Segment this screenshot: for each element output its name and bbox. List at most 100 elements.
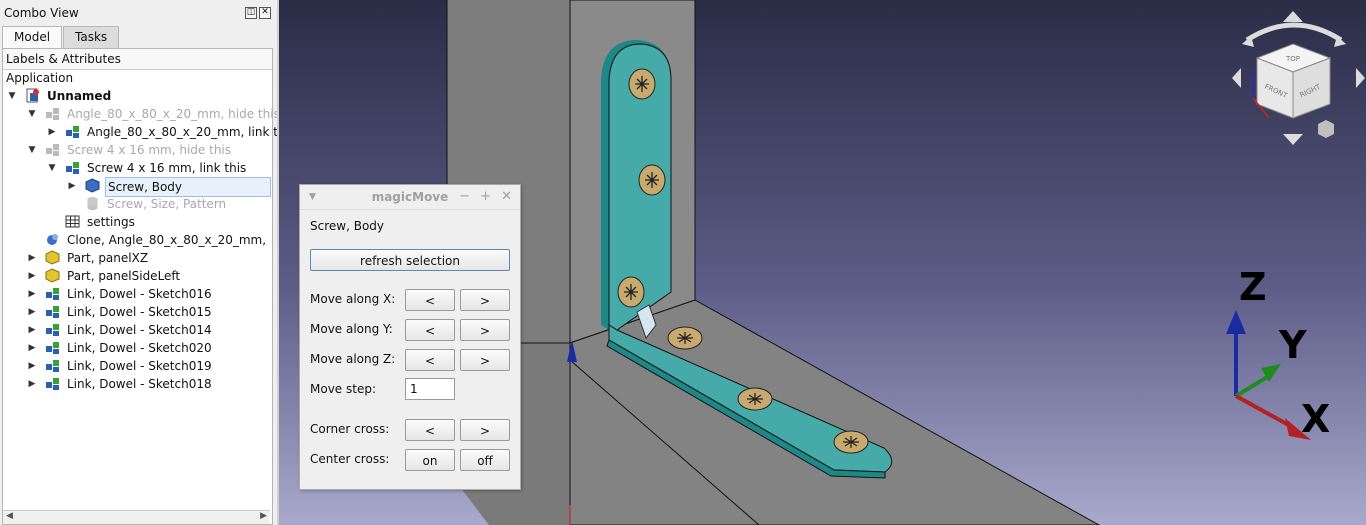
center-cross-label: Center cross: [310,452,390,466]
chevron-right-icon[interactable]: ▶ [27,285,37,303]
chevron-right-icon[interactable]: ▶ [67,177,77,195]
document-icon [26,88,39,103]
tree-item-label: Screw 4 x 16 mm, hide this [67,143,232,157]
axis-z-label: Z [1239,265,1267,309]
link-icon [66,126,79,138]
tree-item-label: Part, panelSideLeft [67,269,181,283]
link-icon [46,288,59,300]
center-cross-off-button[interactable]: off [460,449,510,471]
float-icon[interactable]: ◫ [245,7,257,19]
tree-item-label: Link, Dowel - Sketch014 [67,323,212,337]
link-icon [46,324,59,336]
tab-tasks[interactable]: Tasks [63,26,120,48]
horizontal-scrollbar[interactable]: ◀ ▶ [3,510,270,524]
axis-x-label: X [1301,397,1330,441]
combo-view-title: Combo View [4,6,79,20]
move-y-right-button[interactable]: > [460,319,510,341]
tree-item-dowel-sketch015[interactable]: ▶ Link, Dowel - Sketch015 [3,303,270,321]
center-cross-on-button[interactable]: on [405,449,455,471]
move-y-label: Move along Y: [310,322,393,336]
tree-item-part-panelxz[interactable]: ▶ Part, panelXZ [3,249,270,267]
tree-item-label: Unnamed [47,89,112,103]
tree-item-label: Link, Dowel - Sketch015 [67,305,212,319]
tree-item-label: Screw, Size, Pattern [107,197,227,211]
link-group-icon [46,108,59,120]
tree-item-part-panelsideleft[interactable]: ▶ Part, panelSideLeft [3,267,270,285]
chevron-right-icon[interactable]: ▶ [27,321,37,339]
move-y-left-button[interactable]: < [405,319,455,341]
part-icon [45,268,60,283]
tree-item-dowel-sketch014[interactable]: ▶ Link, Dowel - Sketch014 [3,321,270,339]
scroll-right-icon[interactable]: ▶ [260,511,267,521]
tree-item-screw-link[interactable]: ▼ Screw 4 x 16 mm, link this [3,159,270,177]
tree-item-dowel-sketch016[interactable]: ▶ Link, Dowel - Sketch016 [3,285,270,303]
part-icon [45,250,60,265]
move-step-input[interactable]: 1 [405,378,455,400]
tree-item-label: Link, Dowel - Sketch018 [67,377,212,391]
move-x-left-button[interactable]: < [405,289,455,311]
move-x-label: Move along X: [310,292,396,306]
maximize-icon[interactable]: + [480,185,491,209]
corner-cross-label: Corner cross: [310,422,390,436]
chevron-right-icon[interactable]: ▶ [27,339,37,357]
tree-item-label: Screw 4 x 16 mm, link this [87,161,247,175]
chevron-right-icon[interactable]: ▶ [27,357,37,375]
magicmove-dialog: ▼ magicMove − + ✕ Screw, Body refresh se… [299,184,521,490]
chevron-right-icon[interactable]: ▶ [47,123,57,141]
selection-label: Screw, Body [310,219,385,233]
chevron-down-icon[interactable]: ▼ [27,105,37,123]
axis-y-label: Y [1278,323,1307,367]
tree-item-angle-link[interactable]: ▶ Angle_80_x_80_x_20_mm, link this [3,123,296,141]
tree-item-screw-hide[interactable]: ▼ Screw 4 x 16 mm, hide this [3,141,270,159]
link-icon [46,360,59,372]
model-tree: Labels & Attributes Application ▼ Unname… [2,48,296,525]
close-icon[interactable]: ✕ [259,7,271,19]
tree-item-label: Link, Dowel - Sketch016 [67,287,212,301]
body-icon [85,178,100,193]
tree-item-clone[interactable]: Clone, Angle_80_x_80_x_20_mm, [3,231,270,249]
close-icon[interactable]: ✕ [501,185,512,209]
chevron-right-icon[interactable]: ▶ [27,375,37,393]
corner-cross-left-button[interactable]: < [405,419,455,441]
chevron-down-icon[interactable]: ▼ [27,141,37,159]
chevron-down-icon[interactable]: ▼ [47,159,57,177]
tree-item-dowel-sketch019[interactable]: ▶ Link, Dowel - Sketch019 [3,357,270,375]
clone-icon [47,234,58,245]
link-icon [66,162,79,174]
combo-view-panel: Combo View ◫ ✕ Model Tasks Labels & Attr… [0,0,296,525]
tree-item-label: Clone, Angle_80_x_80_x_20_mm, [67,233,267,247]
link-icon [46,342,59,354]
tree-item-label: Screw, Body [105,177,271,197]
tree-item-screw-size[interactable]: Screw, Size, Pattern [3,195,270,213]
dialog-titlebar[interactable]: ▼ magicMove − + ✕ [300,185,520,210]
chevron-right-icon[interactable]: ▶ [27,303,37,321]
refresh-selection-button[interactable]: refresh selection [310,249,510,271]
tree-item-screw-body[interactable]: ▶ Screw, Body [3,177,271,197]
tree-item-unnamed[interactable]: ▼ Unnamed [3,87,270,105]
tree-header: Labels & Attributes [3,49,272,70]
chevron-right-icon[interactable]: ▶ [27,267,37,285]
tree-item-dowel-sketch018[interactable]: ▶ Link, Dowel - Sketch018 [3,375,270,393]
tree-item-label: Angle_80_x_80_x_20_mm, link this [87,125,296,139]
tree-item-settings[interactable]: settings [3,213,270,231]
chevron-right-icon[interactable]: ▶ [27,249,37,267]
tree-item-dowel-sketch020[interactable]: ▶ Link, Dowel - Sketch020 [3,339,270,357]
move-x-right-button[interactable]: > [460,289,510,311]
link-group-icon [46,144,59,156]
move-step-label: Move step: [310,382,376,396]
tree-item-label: Part, panelXZ [67,251,149,265]
move-z-label: Move along Z: [310,352,396,366]
tree-root-application: Application [6,71,74,85]
scroll-left-icon[interactable]: ◀ [6,511,13,521]
navcube-top-label: TOP [1285,55,1300,63]
link-icon [46,378,59,390]
corner-cross-right-button[interactable]: > [460,419,510,441]
minimize-icon[interactable]: − [459,185,470,209]
move-z-left-button[interactable]: < [405,349,455,371]
tab-model[interactable]: Model [2,26,63,49]
spreadsheet-icon [65,215,80,228]
chevron-down-icon[interactable]: ▼ [7,87,17,105]
tree-item-angle-hide[interactable]: ▼ Angle_80_x_80_x_20_mm, hide this [3,105,280,123]
tree-item-label: Angle_80_x_80_x_20_mm, hide this [67,107,280,121]
move-z-right-button[interactable]: > [460,349,510,371]
